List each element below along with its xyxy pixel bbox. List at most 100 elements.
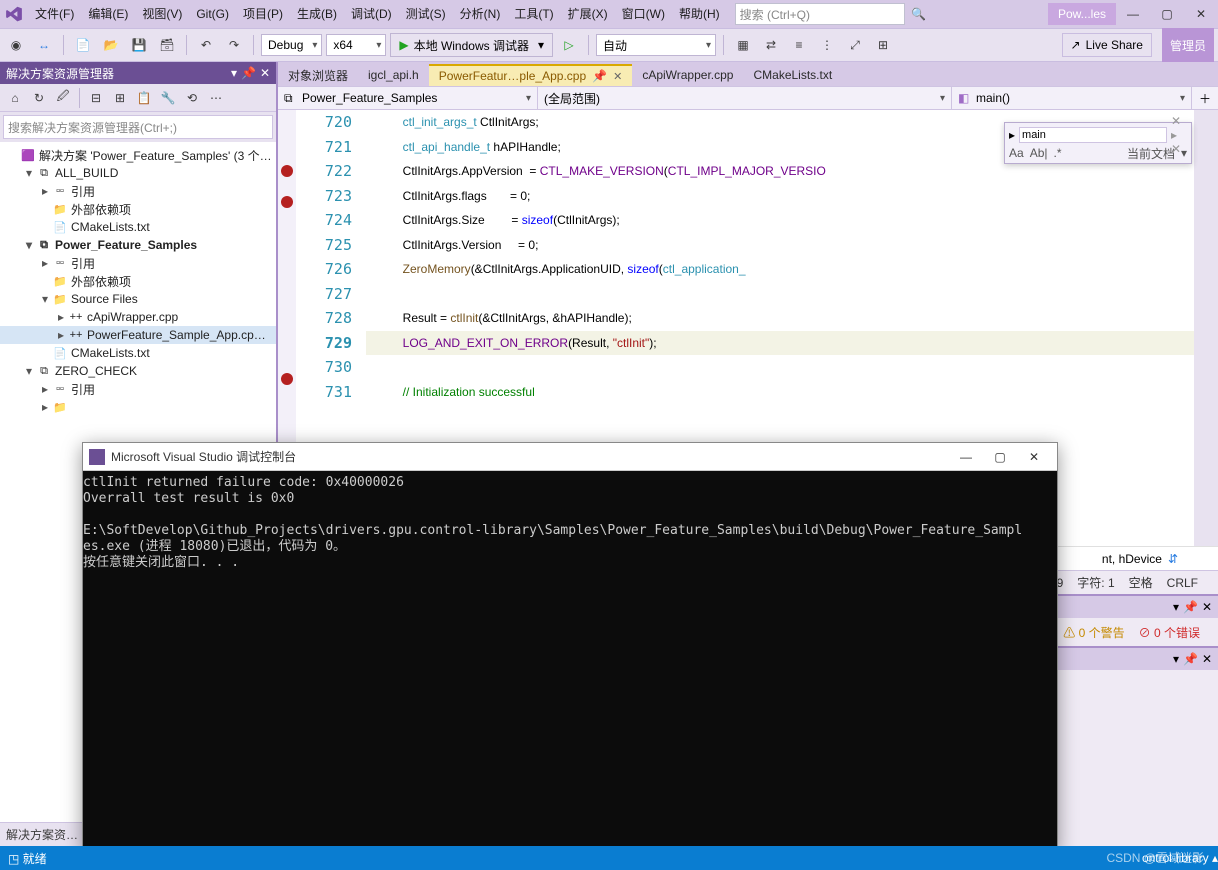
tree-node[interactable]: ▾⧉ALL_BUILD [0, 164, 276, 182]
pin-icon[interactable]: 📌 [241, 66, 256, 80]
tb-misc3-icon[interactable]: ≡ [787, 33, 811, 57]
pane-close-icon[interactable]: ✕ [260, 66, 270, 80]
auto-dropdown[interactable]: 自动 [596, 34, 716, 56]
errlist-close-icon[interactable]: ✕ [1202, 600, 1212, 614]
menu-item[interactable]: 项目(P) [236, 0, 290, 28]
tb-misc4-icon[interactable]: ⋮ [815, 33, 839, 57]
debug-console-window[interactable]: Microsoft Visual Studio 调试控制台 ― ▢ ✕ ctlI… [82, 442, 1058, 852]
find-expand-icon[interactable]: ▸ [1009, 128, 1015, 142]
out-pin-icon[interactable]: 📌 [1183, 652, 1198, 666]
editor-tab[interactable]: igcl_api.h [358, 64, 429, 86]
nav-member-dropdown[interactable]: ◧main() [952, 87, 1192, 109]
menu-item[interactable]: 测试(S) [399, 0, 453, 28]
nav-project-dropdown[interactable]: ⧉Power_Feature_Samples [278, 87, 538, 109]
tree-node[interactable]: 📄CMakeLists.txt [0, 344, 276, 362]
liveshare-button[interactable]: ↗Live Share [1062, 33, 1152, 57]
solution-search[interactable]: 搜索解决方案资源管理器(Ctrl+;) [3, 115, 273, 139]
tb-i2-icon[interactable]: 🖉 [52, 87, 74, 109]
tree-node[interactable]: ▸▫▫引用 [0, 380, 276, 398]
editor-tab[interactable]: cApiWrapper.cpp [632, 64, 743, 86]
warnings-count[interactable]: ⚠ 0 个警告 [1063, 624, 1124, 641]
search-icon[interactable]: 🔍 [909, 4, 929, 24]
out-drop-icon[interactable]: ▾ [1173, 652, 1179, 666]
solution-name-badge[interactable]: Pow...les [1048, 3, 1116, 25]
titlebar: 文件(F)编辑(E)视图(V)Git(G)项目(P)生成(B)调试(D)测试(S… [0, 0, 1218, 28]
nav-fwd-icon[interactable]: ↔ [32, 33, 56, 57]
tree-node[interactable]: 📄CMakeLists.txt [0, 218, 276, 236]
errlist-drop-icon[interactable]: ▾ [1173, 600, 1179, 614]
nav-back-icon[interactable]: ◉ [4, 33, 28, 57]
tree-node[interactable]: ▾⧉Power_Feature_Samples [0, 236, 276, 254]
tb-i4-icon[interactable]: ⊞ [109, 87, 131, 109]
editor-tab[interactable]: 对象浏览器 [278, 64, 358, 86]
tb-i6-icon[interactable]: 🔧 [157, 87, 179, 109]
tb-misc1-icon[interactable]: ▦ [731, 33, 755, 57]
menu-item[interactable]: 生成(B) [290, 0, 344, 28]
tree-node[interactable]: ▸▫▫引用 [0, 254, 276, 272]
errlist-pin-icon[interactable]: 📌 [1183, 600, 1198, 614]
find-input[interactable] [1019, 127, 1167, 143]
console-titlebar[interactable]: Microsoft Visual Studio 调试控制台 ― ▢ ✕ [83, 443, 1057, 471]
tree-node[interactable]: 📁外部依赖项 [0, 200, 276, 218]
start-debug-button[interactable]: ▶本地 Windows 调试器▾ [390, 33, 553, 57]
platform-dropdown[interactable]: x64 [326, 34, 386, 56]
out-close-icon[interactable]: ✕ [1202, 652, 1212, 666]
menu-item[interactable]: 编辑(E) [81, 0, 135, 28]
status-encoding: CRLF [1167, 576, 1198, 590]
minimize-icon[interactable]: ― [1116, 0, 1150, 28]
menu-item[interactable]: 分析(N) [453, 0, 508, 28]
console-close-icon[interactable]: ✕ [1017, 443, 1051, 471]
menu-item[interactable]: 视图(V) [135, 0, 189, 28]
pane-dropdown-icon[interactable]: ▾ [231, 66, 237, 80]
menu-item[interactable]: 调试(D) [344, 0, 399, 28]
tb-i3-icon[interactable]: ⊟ [85, 87, 107, 109]
tb-i8-icon[interactable]: ⋯ [205, 87, 227, 109]
undo-icon[interactable]: ↶ [194, 33, 218, 57]
editor-tab[interactable]: CMakeLists.txt [743, 64, 842, 86]
tb-i5-icon[interactable]: 📋 [133, 87, 155, 109]
menu-item[interactable]: 窗口(W) [615, 0, 672, 28]
config-dropdown[interactable]: Debug [261, 34, 322, 56]
tree-node[interactable]: 🟪解决方案 'Power_Feature_Samples' (3 个… [0, 146, 276, 164]
vs-logo-icon [0, 0, 28, 28]
search-box[interactable]: 搜索 (Ctrl+Q) [735, 3, 905, 25]
nav-scope-dropdown[interactable]: (全局范围) [538, 87, 952, 109]
tb-misc2-icon[interactable]: ⇄ [759, 33, 783, 57]
tab-close-icon[interactable]: ✕ [613, 70, 622, 83]
redo-icon[interactable]: ↷ [222, 33, 246, 57]
scroll-minimap[interactable] [1194, 110, 1218, 546]
tb-i7-icon[interactable]: ⟲ [181, 87, 203, 109]
tree-node[interactable]: ▸++PowerFeature_Sample_App.cp… [0, 326, 276, 344]
save-icon[interactable]: 💾 [127, 33, 151, 57]
tb-misc6-icon[interactable]: ⊞ [871, 33, 895, 57]
menu-item[interactable]: 扩展(X) [561, 0, 615, 28]
solution-explorer-title: 解决方案资源管理器 ▾ 📌 ✕ [0, 62, 276, 84]
console-maximize-icon[interactable]: ▢ [983, 443, 1017, 471]
open-icon[interactable]: 📂 [99, 33, 123, 57]
start-noattach-icon[interactable]: ▷ [557, 33, 581, 57]
tb-i1-icon[interactable]: ↻ [28, 87, 50, 109]
home-icon[interactable]: ⌂ [4, 87, 26, 109]
menu-item[interactable]: 帮助(H) [672, 0, 727, 28]
status-char: 字符: 1 [1077, 574, 1114, 591]
close-icon[interactable]: ✕ [1184, 0, 1218, 28]
tree-node[interactable]: ▸📁 [0, 398, 276, 416]
menu-item[interactable]: Git(G) [189, 0, 236, 28]
tree-node[interactable]: 📁外部依赖项 [0, 272, 276, 290]
tree-node[interactable]: ▾📁Source Files [0, 290, 276, 308]
tree-node[interactable]: ▸▫▫引用 [0, 182, 276, 200]
save-all-icon[interactable]: 🗃 [155, 33, 179, 57]
menu-item[interactable]: 工具(T) [507, 0, 560, 28]
menu-item[interactable]: 文件(F) [28, 0, 81, 28]
console-minimize-icon[interactable]: ― [949, 443, 983, 471]
tree-node[interactable]: ▾⧉ZERO_CHECK [0, 362, 276, 380]
editor-tab[interactable]: PowerFeatur…ple_App.cpp📌✕ [429, 64, 633, 86]
tb-misc5-icon[interactable]: ⤢ [843, 33, 867, 57]
tree-node[interactable]: ▸++cApiWrapper.cpp [0, 308, 276, 326]
nav-add-icon[interactable]: ＋ [1192, 87, 1218, 109]
new-project-icon[interactable]: 📄 [71, 33, 95, 57]
errors-count[interactable]: ⊘ 0 个错误 [1139, 624, 1200, 641]
tab-pin-icon[interactable]: 📌 [592, 69, 607, 83]
find-popup[interactable]: ▸ ✕ ▸ ✕ AaAb|.* 当前文档▾ [1004, 122, 1192, 164]
maximize-icon[interactable]: ▢ [1150, 0, 1184, 28]
